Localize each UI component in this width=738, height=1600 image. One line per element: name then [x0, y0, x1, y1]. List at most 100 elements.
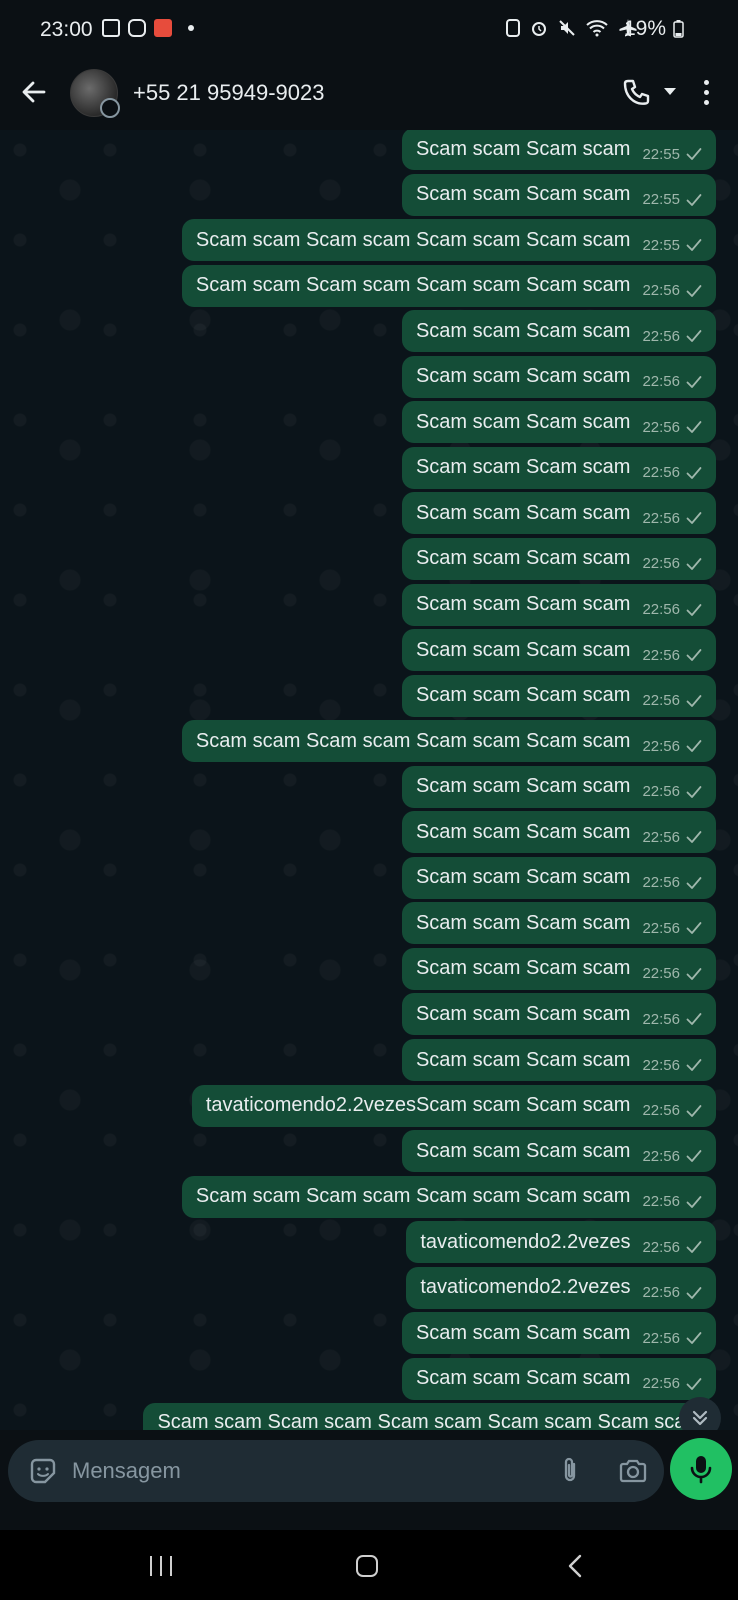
message-bubble[interactable]: Scam scam Scam scam 22:56	[401, 1357, 716, 1400]
message-text: Scam scam Scam scam	[415, 1048, 631, 1071]
nav-back-icon[interactable]	[566, 1554, 584, 1578]
message-bubble[interactable]: Scam scam Scam scam Scam scam Scam scam …	[143, 1403, 716, 1430]
sent-check-icon	[686, 831, 702, 844]
more-options-icon[interactable]	[704, 80, 710, 106]
message-bubble[interactable]: Scam scam Scam scam 22:56	[401, 765, 716, 808]
sent-check-icon	[686, 148, 702, 160]
sent-check-icon	[686, 239, 702, 251]
sent-check-icon	[686, 603, 702, 616]
message-text: Scam scam Scam scam	[415, 547, 631, 570]
message-text: Scam scam Scam scam	[415, 137, 631, 160]
message-bubble[interactable]: Scam scam Scam scam 22:55	[401, 130, 716, 170]
message-bubble[interactable]: Scam scam Scam scam 22:56	[401, 856, 716, 899]
message-text: Scam scam Scam scam	[415, 1139, 631, 1162]
voice-call-icon[interactable]	[622, 78, 652, 108]
alarm-icon	[532, 22, 546, 36]
camera-icon[interactable]	[618, 1456, 648, 1486]
message-meta: 22:56	[642, 783, 702, 800]
message-text: Scam scam Scam scam	[415, 593, 631, 615]
message-bubble[interactable]: Scam scam Scam scam 22:56	[401, 537, 716, 580]
chat-area[interactable]: Scam scam Scam scam 22:55 Scam scam Scam s…	[0, 130, 738, 1430]
sent-check-icon	[686, 558, 702, 570]
message-meta: 22:56	[642, 1193, 702, 1210]
message-bubble[interactable]: Scam scam Scam scam 22:56	[401, 310, 716, 353]
message-bubble[interactable]: Scam scam Scam scam Scam scam Scam scam 2…	[181, 1175, 716, 1218]
home-icon[interactable]	[356, 1555, 378, 1577]
attach-paperclip-icon[interactable]	[556, 1456, 584, 1486]
message-meta: 22:56	[642, 874, 702, 891]
message-bubble[interactable]: Scam scam Scam scam 22:56	[401, 902, 716, 945]
message-bubble[interactable]: Scam scam Scam scam 22:56	[401, 401, 716, 444]
message-time: 22:55	[642, 236, 680, 254]
double-chevron-down-icon	[692, 1410, 708, 1426]
sent-check-icon	[686, 1195, 702, 1208]
message-meta: 22:56	[642, 1102, 702, 1119]
message-bubble[interactable]: Scam scam Scam scam 22:56	[401, 492, 716, 535]
message-bubble[interactable]: Scam scam Scam scam 22:56	[401, 811, 716, 854]
message-meta: 22:56	[642, 647, 702, 664]
message-bubble[interactable]: Scam scam Scam scam 22:55	[401, 173, 716, 216]
sent-check-icon	[686, 193, 702, 206]
message-meta: 22:56	[642, 1011, 702, 1028]
message-bubble[interactable]: Scam scam Scam scam 22:56	[401, 446, 716, 489]
sent-check-icon	[686, 740, 702, 753]
message-bubble[interactable]: Scam scam Scam scam 22:56	[401, 583, 716, 626]
message-time: 22:56	[642, 418, 680, 436]
status-bar: 23:00 19%	[0, 0, 738, 60]
message-meta: 22:56	[642, 1330, 702, 1347]
message-bubble[interactable]: Scam scam Scam scam 22:56	[401, 629, 716, 672]
message-input[interactable]	[72, 1454, 512, 1488]
sent-check-icon	[686, 330, 702, 343]
message-meta: 22:55	[642, 191, 702, 208]
message-text: tavaticomendo2.2vezesScam scam Scam scam	[205, 1094, 631, 1117]
message-meta: 22:56	[642, 920, 702, 937]
message-bubble[interactable]: Scam scam Scam scam 22:56	[401, 947, 716, 990]
message-time: 22:56	[642, 327, 680, 345]
message-bubble[interactable]: Scam scam Scam scam Scam scam Scam scam 2…	[181, 720, 716, 763]
contact-name[interactable]: +55 21 95949-9023	[133, 80, 324, 106]
sent-check-icon	[686, 785, 702, 798]
message-time: 22:56	[642, 783, 680, 801]
sent-check-icon	[686, 1332, 702, 1345]
message-text: tavaticomendo2.2vezes	[420, 1230, 631, 1253]
message-bubble[interactable]: Scam scam Scam scam 22:56	[401, 993, 716, 1036]
sent-check-icon	[686, 1013, 702, 1026]
back-arrow-icon[interactable]	[20, 78, 48, 106]
message-time: 22:55	[642, 145, 680, 163]
message-meta: 22:56	[642, 419, 702, 436]
message-bubble[interactable]: tavaticomendo2.2vezesScam scam Scam scam…	[191, 1084, 716, 1127]
message-time: 22:56	[642, 464, 680, 482]
sent-check-icon	[686, 694, 702, 707]
message-text: Scam scam Scam scam	[415, 911, 631, 934]
message-time: 22:56	[642, 874, 680, 892]
call-dropdown-icon[interactable]	[664, 88, 676, 95]
scroll-to-bottom-button[interactable]	[679, 1397, 721, 1430]
message-bubble[interactable]: tavaticomendo2.2vezes 22:56	[406, 1221, 716, 1264]
message-meta: 22:55	[642, 237, 702, 254]
message-text: Scam scam Scam scam Scam scam Scam scam	[195, 729, 631, 752]
message-time: 22:55	[642, 191, 680, 209]
message-meta: 22:56	[642, 555, 702, 572]
message-time: 22:56	[642, 965, 680, 983]
notification-icons	[102, 19, 194, 37]
message-time: 22:56	[642, 1056, 680, 1074]
message-text: Scam scam Scam scam	[415, 1367, 631, 1390]
message-meta: 22:56	[642, 1284, 702, 1301]
microphone-icon	[690, 1456, 712, 1484]
message-text: Scam scam Scam scam	[415, 866, 631, 889]
message-bubble[interactable]: Scam scam Scam scam 22:56	[401, 1130, 716, 1173]
message-bubble[interactable]: tavaticomendo2.2vezes 22:56	[406, 1266, 716, 1309]
voice-message-button[interactable]	[670, 1438, 732, 1500]
message-bubble[interactable]: Scam scam Scam scam 22:56	[401, 1312, 716, 1355]
message-time: 22:56	[642, 828, 680, 846]
more-notifications-icon	[188, 25, 194, 31]
message-text: Scam scam Scam scam	[415, 1002, 631, 1025]
message-bubble[interactable]: Scam scam Scam scam 22:56	[401, 1039, 716, 1081]
message-bubble[interactable]: Scam scam Scam scam Scam scam Scam scam 2…	[181, 219, 716, 262]
message-bubble[interactable]: Scam scam Scam scam Scam scam Scam scam 2…	[181, 264, 716, 307]
recents-icon[interactable]	[150, 1556, 172, 1576]
message-bubble[interactable]: Scam scam Scam scam 22:56	[401, 674, 716, 717]
sent-check-icon	[686, 1286, 702, 1299]
sticker-emoji-icon[interactable]	[28, 1456, 58, 1486]
message-bubble[interactable]: Scam scam Scam scam 22:56	[401, 355, 716, 398]
